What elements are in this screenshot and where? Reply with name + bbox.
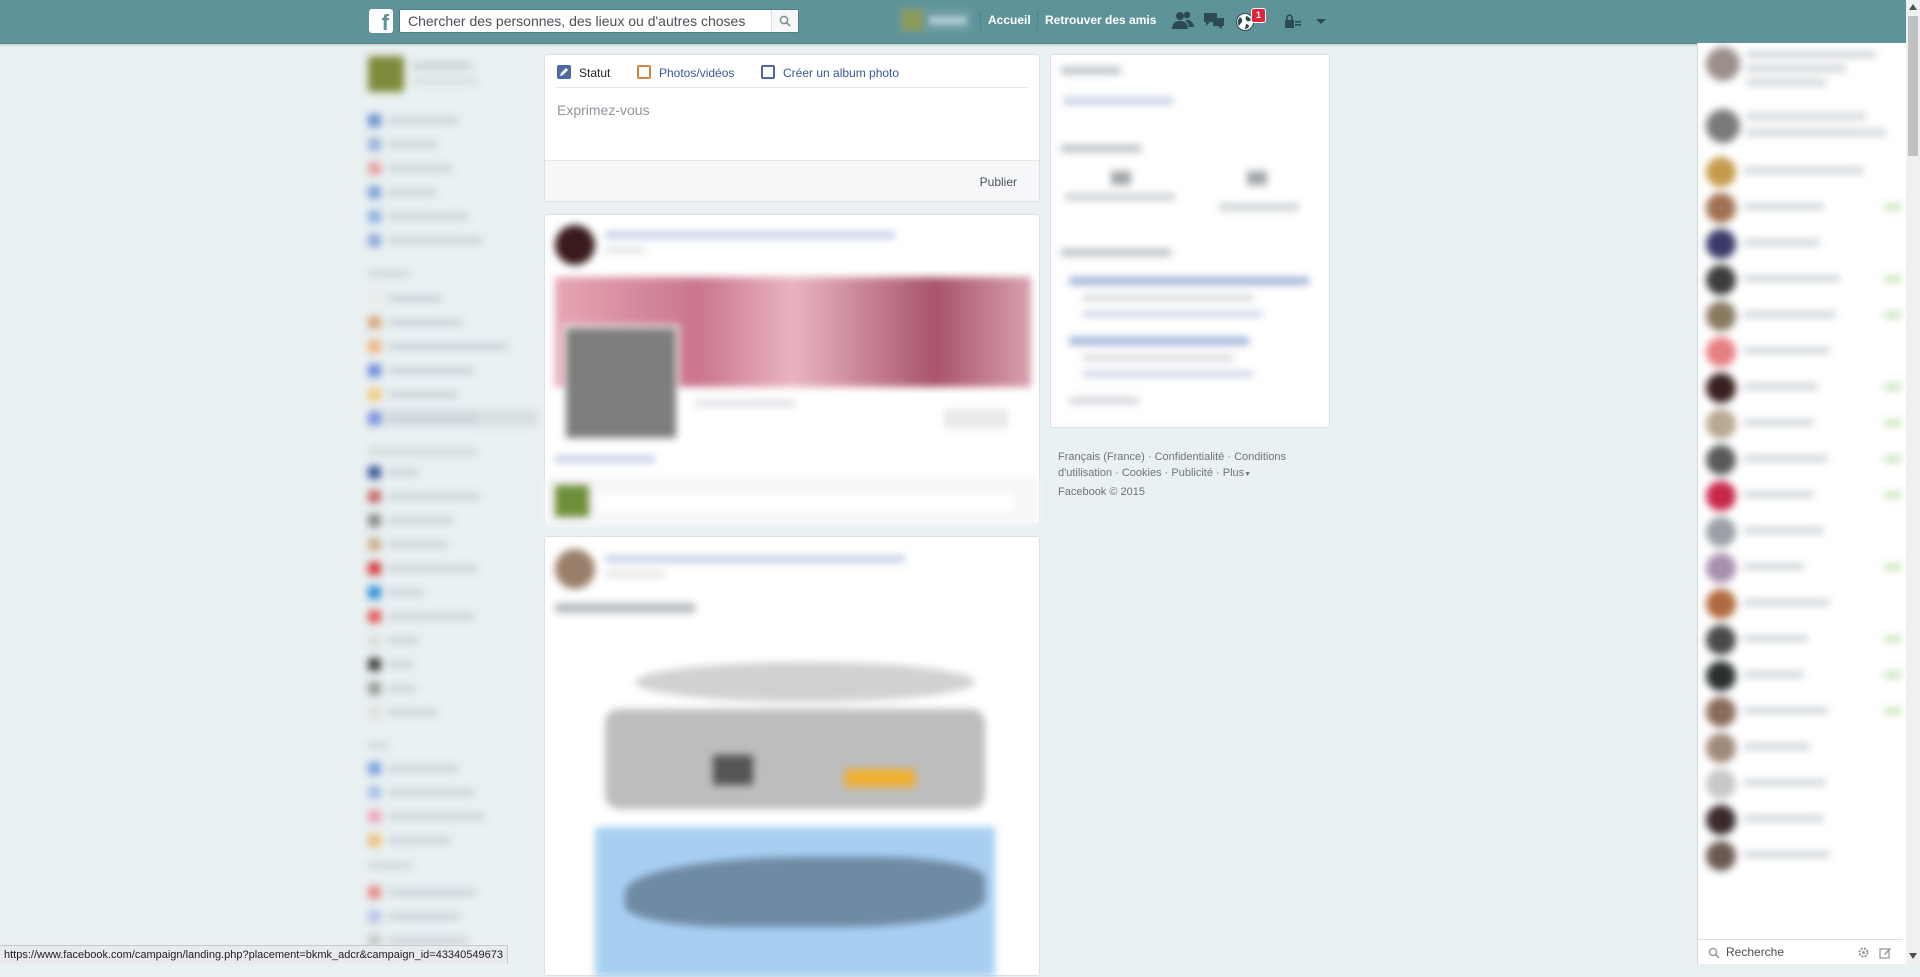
chat-contact[interactable] bbox=[1706, 515, 1906, 547]
album-icon bbox=[761, 65, 775, 79]
caret-down-icon: ▼ bbox=[1244, 471, 1252, 478]
cookies-link[interactable]: Cookies bbox=[1122, 467, 1162, 479]
divider bbox=[1037, 12, 1038, 30]
status-composer: Statut Photos/vidéos Créer un album phot… bbox=[544, 54, 1040, 202]
search-icon bbox=[1708, 947, 1720, 959]
sidebar-item[interactable] bbox=[368, 409, 538, 427]
chat-contact[interactable] bbox=[1706, 623, 1906, 655]
footer-links: Français (France) · Confidentialité · Co… bbox=[1058, 451, 1287, 479]
avatar bbox=[901, 9, 923, 31]
avatar[interactable] bbox=[368, 56, 404, 92]
scrollbar-thumb[interactable] bbox=[1908, 16, 1918, 156]
more-link[interactable]: Plus▼ bbox=[1223, 467, 1251, 479]
chat-search-input[interactable] bbox=[1726, 944, 1846, 960]
photo-icon bbox=[637, 65, 651, 79]
search-icon bbox=[779, 15, 791, 27]
chat-contact[interactable] bbox=[1706, 191, 1906, 223]
tab-status-label: Statut bbox=[579, 66, 611, 80]
news-feed-post bbox=[544, 536, 1040, 977]
tab-create-album-label: Créer un album photo bbox=[783, 66, 900, 80]
nav-find-friends-link[interactable]: Retrouver des amis bbox=[1045, 13, 1156, 27]
avatar[interactable] bbox=[1706, 47, 1740, 81]
chat-contact[interactable] bbox=[1706, 335, 1906, 367]
gear-icon[interactable] bbox=[1857, 946, 1870, 959]
page-scrollbar[interactable] bbox=[1906, 0, 1920, 964]
privacy-lock-icon[interactable] bbox=[1282, 10, 1306, 32]
post-image[interactable] bbox=[605, 709, 985, 809]
new-message-icon[interactable] bbox=[1879, 946, 1892, 959]
chat-contact[interactable] bbox=[1706, 479, 1906, 511]
nav-home-link[interactable]: Accueil bbox=[988, 13, 1031, 27]
divider bbox=[980, 12, 981, 30]
avatar bbox=[555, 485, 589, 517]
left-navigation-sidebar bbox=[362, 50, 538, 964]
tab-photos-videos-label: Photos/vidéos bbox=[659, 66, 735, 80]
chat-contact[interactable] bbox=[1706, 299, 1906, 331]
publish-button[interactable]: Publier bbox=[980, 175, 1017, 189]
scroll-down-arrow-icon[interactable] bbox=[1909, 953, 1917, 959]
account-menu-chevron-icon[interactable] bbox=[1309, 10, 1333, 32]
chat-contact[interactable] bbox=[1706, 371, 1906, 403]
facebook-logo-icon[interactable]: f bbox=[369, 9, 393, 33]
chat-sidebar bbox=[1697, 43, 1920, 964]
chat-contact[interactable] bbox=[1706, 155, 1906, 187]
status-input[interactable] bbox=[557, 102, 1027, 152]
right-column-widget bbox=[1050, 54, 1330, 428]
language-link[interactable]: Français (France) bbox=[1058, 451, 1145, 463]
avatar[interactable] bbox=[555, 225, 595, 265]
browser-status-url: https://www.facebook.com/campaign/landin… bbox=[0, 945, 508, 964]
divider bbox=[557, 87, 1027, 88]
privacy-link[interactable]: Confidentialité bbox=[1155, 451, 1225, 463]
chat-search-bar bbox=[1697, 939, 1903, 964]
composer-footer: Publier bbox=[545, 160, 1039, 201]
profile-link[interactable] bbox=[899, 7, 971, 33]
chat-contact[interactable] bbox=[1706, 227, 1906, 259]
chat-contact[interactable] bbox=[1706, 587, 1906, 619]
search-box bbox=[399, 9, 799, 33]
messages-icon[interactable] bbox=[1202, 10, 1226, 32]
chat-contact[interactable] bbox=[1706, 731, 1906, 763]
notifications-count-badge: 1 bbox=[1251, 8, 1266, 23]
chat-contact[interactable] bbox=[1706, 263, 1906, 295]
news-feed-post bbox=[544, 214, 1040, 526]
chat-contact[interactable] bbox=[1706, 407, 1906, 439]
chat-contact[interactable] bbox=[1706, 443, 1906, 475]
copyright-text: Facebook © 2015 bbox=[1058, 486, 1145, 498]
chat-contact[interactable] bbox=[1706, 551, 1906, 583]
search-button[interactable] bbox=[771, 10, 798, 32]
search-input[interactable] bbox=[400, 10, 776, 32]
scroll-up-arrow-icon[interactable] bbox=[1909, 4, 1917, 10]
pencil-icon bbox=[557, 65, 571, 79]
top-navigation-bar: f Accueil Retrouver des amis bbox=[0, 0, 1920, 44]
advertising-link[interactable]: Publicité bbox=[1171, 467, 1213, 479]
chat-contact[interactable] bbox=[1706, 659, 1906, 691]
chat-contact[interactable] bbox=[1706, 803, 1906, 835]
friend-requests-icon[interactable] bbox=[1171, 10, 1195, 32]
chat-contact[interactable] bbox=[1706, 767, 1906, 799]
avatar[interactable] bbox=[1706, 109, 1740, 143]
comment-input[interactable] bbox=[595, 490, 1017, 514]
chat-contact[interactable] bbox=[1706, 695, 1906, 727]
avatar[interactable] bbox=[555, 549, 595, 589]
chat-contact[interactable] bbox=[1706, 839, 1906, 871]
